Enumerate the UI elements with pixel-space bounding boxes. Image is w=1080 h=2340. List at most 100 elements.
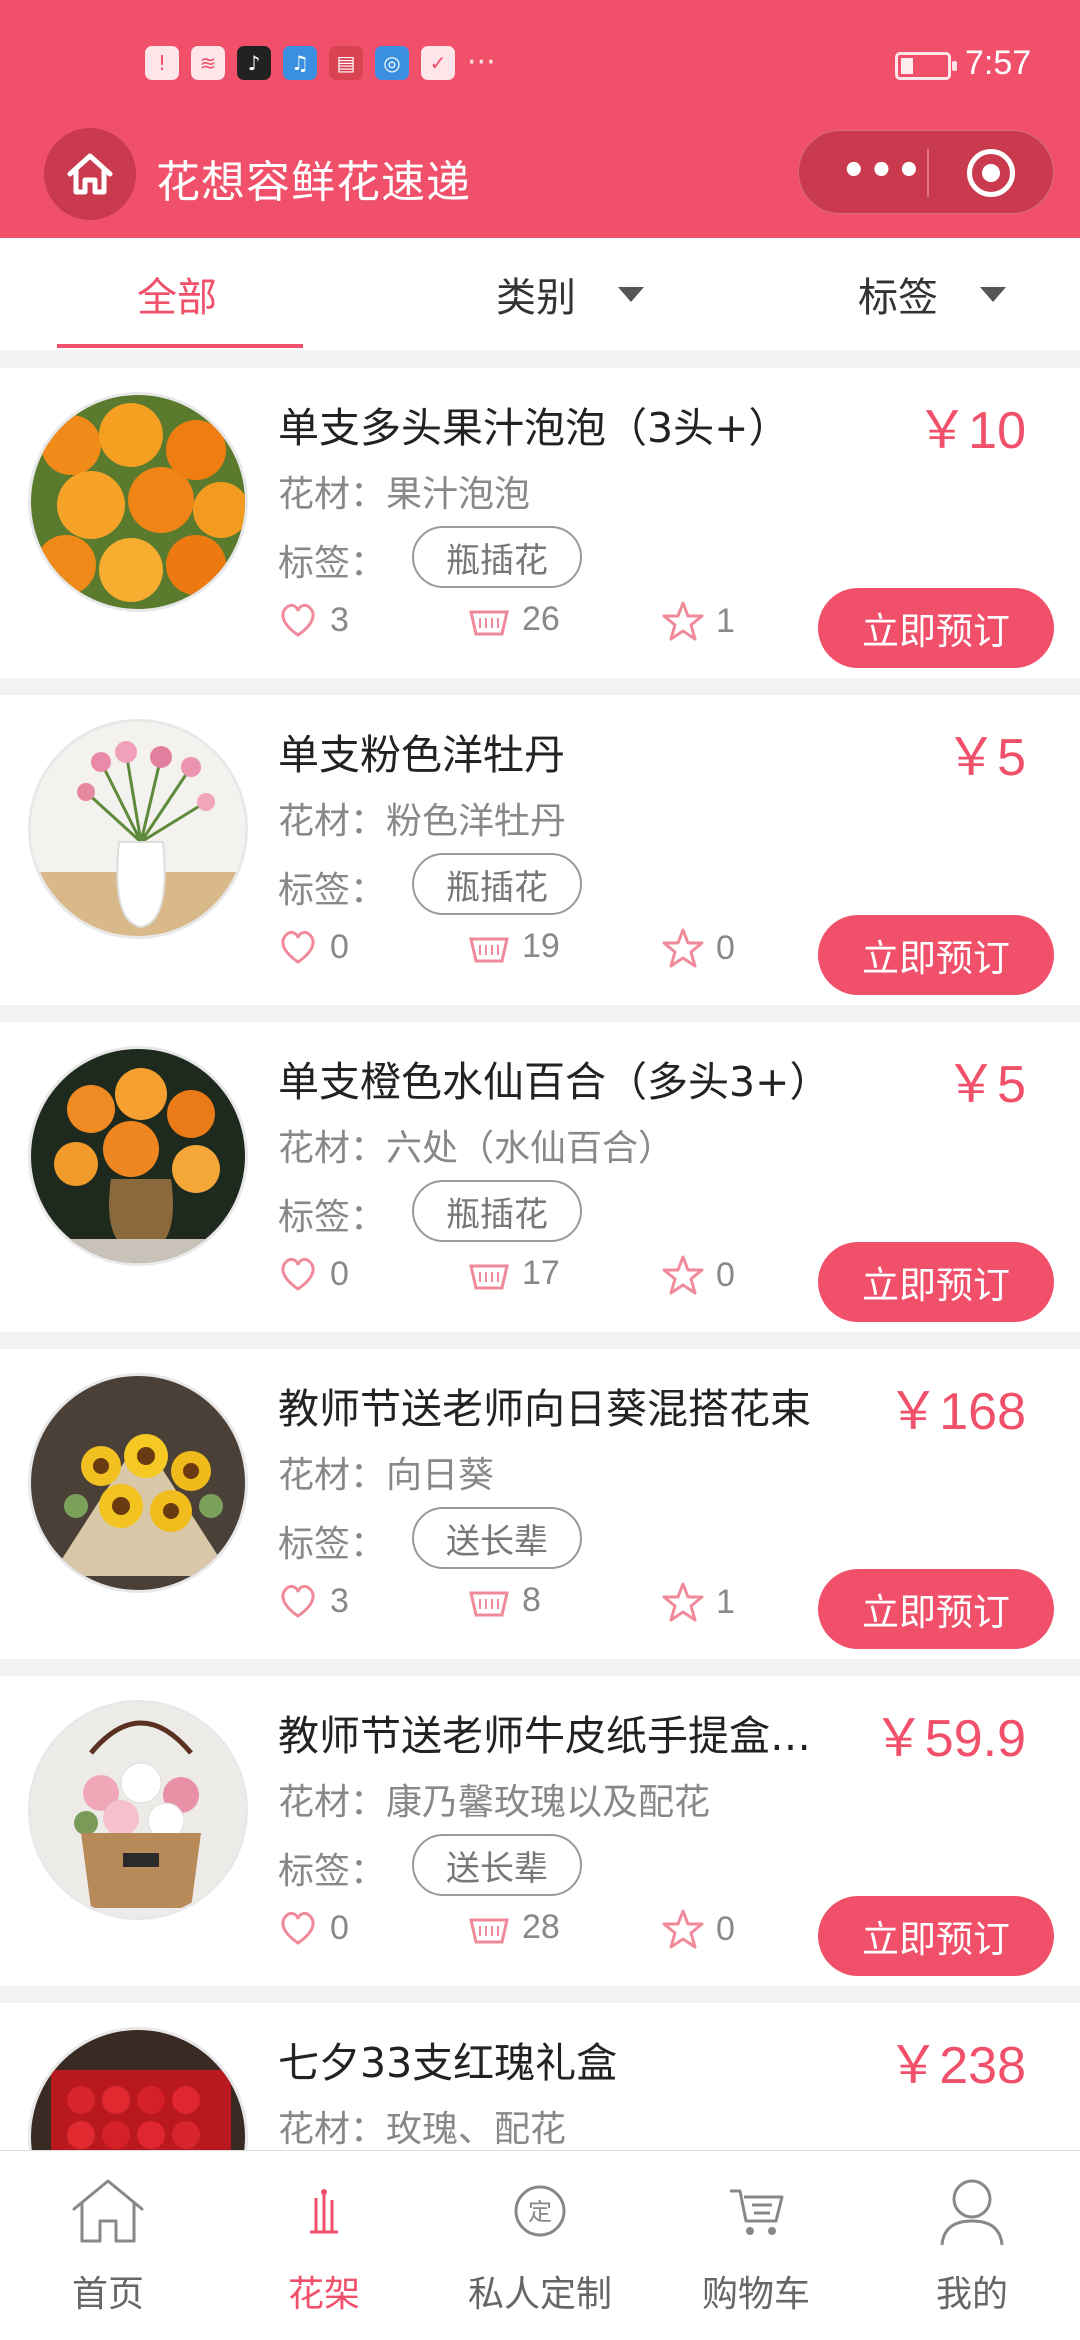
tag-label: 标签： <box>278 1524 387 1565</box>
filter-bar: 全部 类别 标签 <box>0 238 1080 350</box>
cart-icon <box>730 2189 784 2235</box>
warning-icon: ! <box>145 46 179 80</box>
favorite-stat[interactable]: 0 <box>662 927 735 969</box>
product-name: 教师节送老师牛皮纸手提盒… <box>278 1712 811 1760</box>
home-button[interactable] <box>44 128 136 220</box>
like-count: 0 <box>330 1254 349 1293</box>
book-now-button[interactable]: 立即预订 <box>818 1569 1054 1649</box>
basket-icon <box>469 1591 509 1616</box>
tab-custom-label: 私人定制 <box>467 2274 612 2315</box>
chevron-down-icon <box>980 286 1006 302</box>
favorite-stat[interactable]: 1 <box>662 1581 735 1623</box>
like-stat[interactable]: 0 <box>278 1254 349 1294</box>
tab-home[interactable]: 首页 <box>0 2161 216 2331</box>
product-name: 教师节送老师向日葵混搭花束 <box>278 1385 811 1433</box>
status-bar: ! ≋ ♪ ♫ ▤ ◎ ✓ ··· 7:57 <box>0 40 1080 94</box>
status-bar-icons: ! ≋ ♪ ♫ ▤ ◎ ✓ ··· <box>145 46 496 80</box>
sales-stat: 28 <box>468 1908 560 1947</box>
favorite-count: 1 <box>716 601 735 640</box>
product-card[interactable]: 单支粉色洋牡丹 ￥5 花材：粉色洋牡丹 标签： 瓶插花 0 19 0 立即预订 <box>0 695 1080 1005</box>
favorite-count: 0 <box>716 1909 735 1948</box>
home-icon <box>72 2179 144 2243</box>
product-card[interactable]: 教师节送老师牛皮纸手提盒… ￥59.9 花材：康乃馨玫瑰以及配花 标签： 送长辈… <box>0 1676 1080 1986</box>
book-now-button[interactable]: 立即预订 <box>818 588 1054 668</box>
product-card[interactable]: 单支多头果汁泡泡（3头+） ￥10 花材：果汁泡泡 标签： 瓶插花 3 26 1… <box>0 368 1080 678</box>
tab-custom[interactable]: 定 私人定制 <box>432 2161 648 2331</box>
tab-all[interactable]: 全部 <box>137 238 217 350</box>
sales-stat: 26 <box>468 600 560 639</box>
browser-icon: ◎ <box>375 46 409 80</box>
flower-rack-icon <box>310 2189 338 2234</box>
star-icon <box>662 1255 704 1295</box>
product-tag[interactable]: 瓶插花 <box>412 526 582 588</box>
tag-label: 标签： <box>278 543 387 584</box>
product-image[interactable] <box>28 1700 248 1920</box>
favorite-stat[interactable]: 1 <box>662 600 735 642</box>
favorite-stat[interactable]: 0 <box>662 1254 735 1296</box>
miniprogram-capsule: ••• <box>798 130 1054 214</box>
top-bar: ! ≋ ♪ ♫ ▤ ◎ ✓ ··· 7:57 花想容鲜花速递 ••• <box>0 0 1080 238</box>
product-price: ￥59.9 <box>872 1710 1026 1768</box>
like-stat[interactable]: 3 <box>278 1581 349 1621</box>
sales-stat: 17 <box>468 1254 560 1293</box>
product-tag[interactable]: 送长辈 <box>412 1507 582 1569</box>
tab-profile[interactable]: 我的 <box>864 2161 1080 2331</box>
like-stat[interactable]: 3 <box>278 600 349 640</box>
product-price: ￥238 <box>887 2037 1026 2095</box>
book-icon: ▤ <box>329 46 363 80</box>
product-image[interactable] <box>28 1373 248 1593</box>
tab-cart[interactable]: 购物车 <box>648 2161 864 2331</box>
like-stat[interactable]: 0 <box>278 1908 349 1948</box>
status-more-icon: ··· <box>467 45 496 80</box>
sales-stat: 19 <box>468 927 560 966</box>
wifi-icon: ≋ <box>191 46 225 80</box>
basket-icon <box>469 1918 509 1943</box>
product-tag[interactable]: 送长辈 <box>412 1834 582 1896</box>
product-card[interactable]: 教师节送老师向日葵混搭花束 ￥168 花材：向日葵 标签： 送长辈 3 8 1 … <box>0 1349 1080 1659</box>
favorite-stat[interactable]: 0 <box>662 1908 735 1950</box>
active-tab-indicator <box>57 344 303 348</box>
heart-icon <box>281 1257 315 1291</box>
book-now-button[interactable]: 立即预订 <box>818 1242 1054 1322</box>
sales-count: 17 <box>522 1254 560 1292</box>
product-price: ￥168 <box>887 1383 1026 1441</box>
product-image[interactable] <box>28 1046 248 1266</box>
product-material: 花材：向日葵 <box>278 1455 495 1496</box>
product-card[interactable]: 单支橙色水仙百合（多头3+） ￥5 花材：六处（水仙百合） 标签： 瓶插花 0 … <box>0 1022 1080 1332</box>
basket-icon <box>469 1264 509 1289</box>
product-material: 花材：六处（水仙百合） <box>278 1128 675 1169</box>
product-material: 花材：玫瑰、配花 <box>278 2109 567 2150</box>
star-icon <box>662 601 704 641</box>
tab-flower-rack[interactable]: 花架 <box>216 2161 432 2331</box>
like-stat[interactable]: 0 <box>278 927 349 967</box>
favorite-count: 0 <box>716 928 735 967</box>
category-label: 类别 <box>496 275 576 321</box>
more-menu-button[interactable]: ••• <box>841 151 924 191</box>
sales-stat: 8 <box>468 1581 541 1620</box>
product-image[interactable] <box>28 719 248 939</box>
category-dropdown[interactable]: 类别 <box>496 238 644 350</box>
favorite-count: 0 <box>716 1255 735 1294</box>
product-image[interactable] <box>28 392 248 612</box>
book-now-button[interactable]: 立即预订 <box>818 915 1054 995</box>
sales-count: 28 <box>522 1908 560 1946</box>
app-title: 花想容鲜花速递 <box>156 157 471 208</box>
basket-icon <box>469 937 509 962</box>
tab-home-label: 首页 <box>71 2274 144 2315</box>
product-tag[interactable]: 瓶插花 <box>412 853 582 915</box>
like-count: 0 <box>330 1908 349 1947</box>
book-now-button[interactable]: 立即预订 <box>818 1896 1054 1976</box>
tag-label: 标签： <box>278 1197 387 1238</box>
like-count: 3 <box>330 600 349 639</box>
close-miniprogram-button[interactable] <box>967 149 1015 197</box>
product-tag[interactable]: 瓶插花 <box>412 1180 582 1242</box>
status-time: 7:57 <box>965 44 1032 82</box>
tags-dropdown[interactable]: 标签 <box>858 238 1006 350</box>
product-name: 七夕33支红瑰礼盒 <box>278 2039 618 2087</box>
product-price: ￥5 <box>945 1056 1026 1114</box>
star-icon <box>662 1909 704 1949</box>
heart-icon <box>281 1584 315 1618</box>
product-name: 单支多头果汁泡泡（3头+） <box>278 404 790 452</box>
product-material: 花材：粉色洋牡丹 <box>278 801 567 842</box>
tag-label: 标签： <box>278 1851 387 1892</box>
